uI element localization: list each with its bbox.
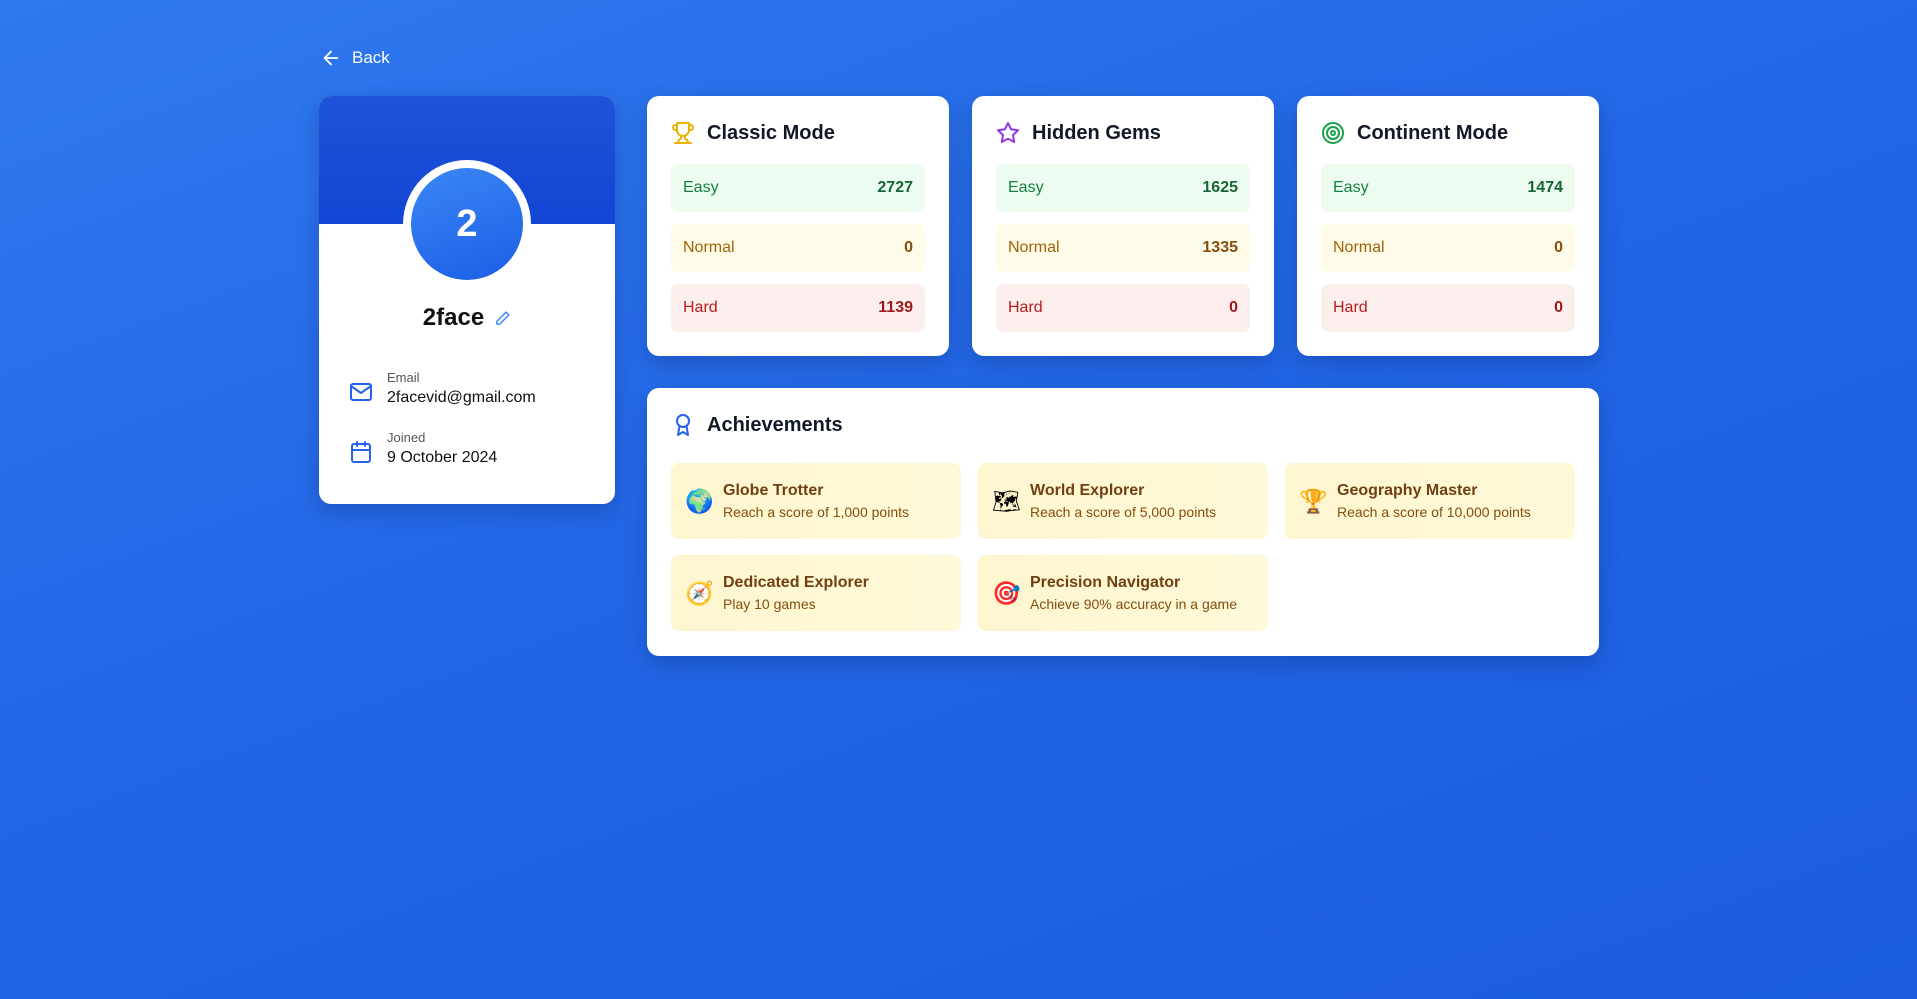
trophy-icon <box>672 122 694 144</box>
score-value: 0 <box>1229 299 1238 316</box>
email-info: Email 2facevid@gmail.com <box>349 370 536 407</box>
score-row-normal: Normal 0 <box>1321 224 1575 272</box>
joined-value: 9 October 2024 <box>387 449 498 466</box>
score-value: 1335 <box>1202 239 1238 256</box>
score-row-hard: Hard 0 <box>1321 284 1575 332</box>
difficulty-label: Easy <box>1333 179 1369 196</box>
difficulty-label: Hard <box>1333 299 1368 316</box>
achievement-desc: Play 10 games <box>723 596 816 612</box>
edit-pencil-icon[interactable] <box>494 310 511 327</box>
mode-title: Continent Mode <box>1357 121 1509 144</box>
achievement-desc: Achieve 90% accuracy in a game <box>1030 596 1237 612</box>
achievements-title: Achievements <box>707 413 843 436</box>
difficulty-label: Normal <box>1333 239 1385 256</box>
username-row: 2face <box>319 304 615 332</box>
hidden-gems-card: Hidden Gems Easy 1625 Normal 1335 Hard 0 <box>972 96 1274 356</box>
back-button[interactable]: Back <box>320 47 390 69</box>
achievement-geography-master: 🏆 Geography Master Reach a score of 10,00… <box>1285 463 1575 539</box>
achievements-card: Achievements 🌍 Globe Trotter Reach a scor… <box>647 388 1599 656</box>
mail-icon <box>350 383 372 401</box>
achievement-title: Globe Trotter <box>723 482 824 499</box>
avatar-initial: 2 <box>456 202 478 245</box>
target-icon <box>1322 122 1344 144</box>
score-value: 1139 <box>878 299 913 316</box>
score-row-hard: Hard 1139 <box>671 284 925 332</box>
calendar-icon <box>351 441 371 463</box>
achievement-desc: Reach a score of 5,000 points <box>1030 504 1217 520</box>
classic-mode-card: Classic Mode Easy 2727 Normal 0 Hard 1139 <box>647 96 949 356</box>
joined-label: Joined <box>387 430 426 445</box>
avatar: 2 <box>411 168 523 280</box>
achievement-desc: Reach a score of 1,000 points <box>723 504 910 520</box>
profile-card: 2 2face Email 2facevid@gmail.com Joined … <box>319 96 615 504</box>
mode-title: Hidden Gems <box>1032 121 1161 144</box>
difficulty-label: Easy <box>1008 179 1044 196</box>
achievement-dedicated-explorer: 🧭 Dedicated Explorer Play 10 games <box>671 555 961 631</box>
avatar-ring: 2 <box>403 160 531 288</box>
score-row-normal: Normal 1335 <box>996 224 1250 272</box>
score-value: 1474 <box>1527 179 1563 196</box>
achievement-world-explorer: 🗺 World Explorer Reach a score of 5,000 p… <box>978 463 1268 539</box>
achievement-desc: Reach a score of 10,000 points <box>1337 504 1531 520</box>
bullseye-icon: 🎯 <box>992 580 1021 607</box>
score-value: 0 <box>904 239 913 256</box>
score-value: 0 <box>1554 299 1563 316</box>
score-row-easy: Easy 2727 <box>671 164 925 212</box>
score-value: 2727 <box>877 179 913 196</box>
globe-icon: 🌍 <box>685 488 714 515</box>
score-row-hard: Hard 0 <box>996 284 1250 332</box>
score-row-normal: Normal 0 <box>671 224 925 272</box>
mode-title: Classic Mode <box>707 121 835 144</box>
achievement-title: Precision Navigator <box>1030 574 1181 591</box>
score-row-easy: Easy 1625 <box>996 164 1250 212</box>
achievement-globe-trotter: 🌍 Globe Trotter Reach a score of 1,000 po… <box>671 463 961 539</box>
arrow-left-icon <box>323 50 339 66</box>
email-value: 2facevid@gmail.com <box>387 389 536 406</box>
difficulty-label: Hard <box>1008 299 1043 316</box>
back-label: Back <box>352 48 390 67</box>
achievement-precision-navigator: 🎯 Precision Navigator Achieve 90% accurac… <box>978 555 1268 631</box>
star-icon <box>997 122 1019 144</box>
achievement-title: Dedicated Explorer <box>723 574 869 591</box>
score-row-easy: Easy 1474 <box>1321 164 1575 212</box>
continent-mode-card: Continent Mode Easy 1474 Normal 0 Hard 0 <box>1297 96 1599 356</box>
award-ribbon-icon <box>676 414 690 436</box>
achievement-title: World Explorer <box>1030 482 1145 499</box>
score-value: 0 <box>1554 239 1563 256</box>
difficulty-label: Hard <box>683 299 718 316</box>
achievement-title: Geography Master <box>1337 482 1478 499</box>
difficulty-label: Easy <box>683 179 719 196</box>
username: 2face <box>422 304 485 331</box>
compass-icon: 🧭 <box>685 580 714 607</box>
map-icon: 🗺 <box>992 488 1022 515</box>
difficulty-label: Normal <box>1008 239 1060 256</box>
score-value: 1625 <box>1202 179 1238 196</box>
trophy-icon: 🏆 <box>1299 488 1328 515</box>
joined-info: Joined 9 October 2024 <box>349 430 497 467</box>
difficulty-label: Normal <box>683 239 735 256</box>
email-label: Email <box>387 370 420 385</box>
